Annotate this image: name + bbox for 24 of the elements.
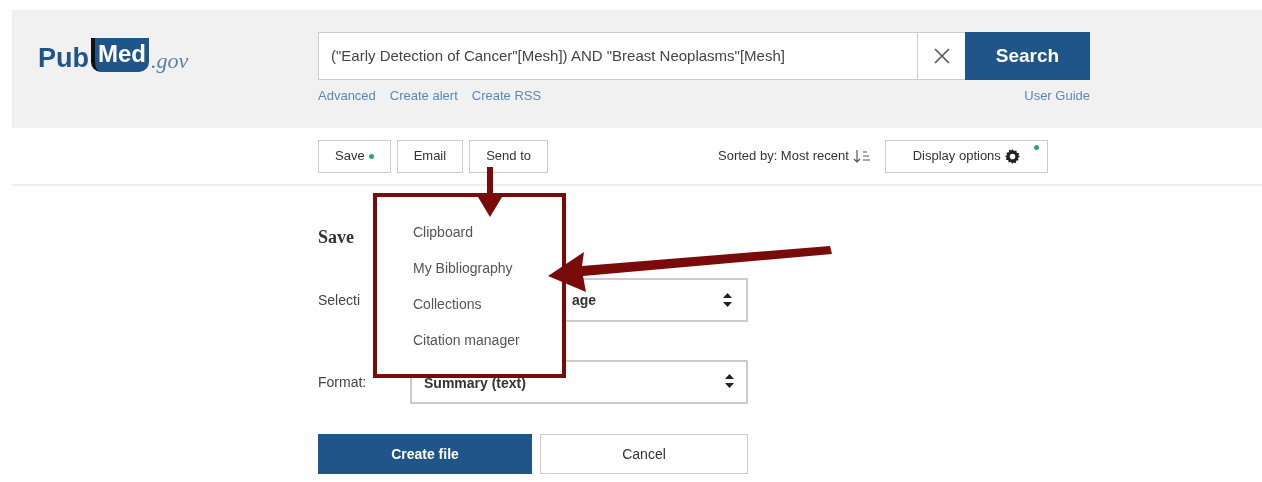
toolbar-button[interactable]: Save: [318, 139, 391, 173]
clear-search-button[interactable]: [918, 32, 965, 80]
menu-item[interactable]: My Bibliography: [413, 261, 562, 275]
create-file-button[interactable]: Create file: [318, 434, 532, 474]
search-button[interactable]: Search: [965, 32, 1090, 80]
menu-item[interactable]: Clipboard: [413, 225, 562, 239]
selection-label: Selecti: [318, 290, 362, 310]
menu-item[interactable]: Citation manager: [413, 333, 562, 347]
pubmed-logo[interactable]: Pub Med .gov: [38, 32, 318, 72]
user-guide-link[interactable]: User Guide: [1024, 86, 1090, 106]
menu-item[interactable]: Collections: [413, 297, 562, 311]
close-icon: [933, 48, 950, 64]
format-label: Format:: [318, 372, 368, 392]
display-options-button[interactable]: Display options: [884, 139, 1048, 173]
toolbar-button[interactable]: Email: [396, 139, 464, 173]
toolbar-button[interactable]: Send to: [469, 139, 548, 173]
sort-label[interactable]: Sorted by: Most recent: [718, 146, 871, 166]
form-heading: Save: [318, 228, 354, 246]
cancel-button[interactable]: Cancel: [540, 434, 748, 474]
sort-icon: [852, 149, 871, 163]
up-down-caret-icon: [725, 374, 734, 388]
search-field[interactable]: ("Early Detection of Cancer"[Mesh]) AND "Breast Neoplasms"[Mesh]: [318, 32, 918, 80]
gear-icon: [1004, 148, 1020, 164]
up-down-caret-icon: [723, 293, 732, 307]
